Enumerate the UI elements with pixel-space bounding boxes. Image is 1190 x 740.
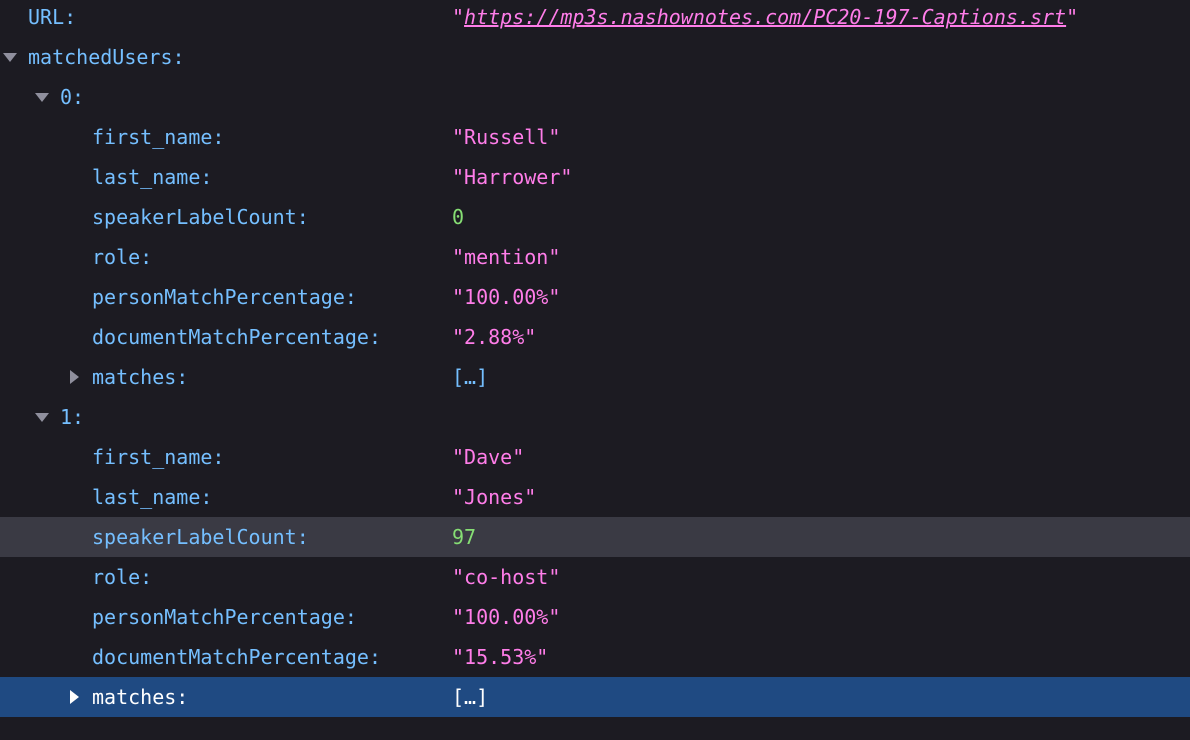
json-row-url[interactable]: URL: "https://mp3s.nashownotes.com/PC20-… — [0, 0, 1190, 37]
json-row-matches[interactable]: matches: […] — [0, 357, 1190, 397]
json-key-role: role: — [92, 565, 153, 589]
json-row-last-name[interactable]: last_name: "Jones" — [0, 477, 1190, 517]
json-row-document-match[interactable]: documentMatchPercentage: "2.88%" — [0, 317, 1190, 357]
json-key-speaker-label-count: speakerLabelCount: — [92, 205, 309, 229]
json-value-speaker-label-count: 0 — [452, 205, 465, 229]
json-key-url: URL: — [28, 5, 77, 29]
json-row-role[interactable]: role: "mention" — [0, 237, 1190, 277]
json-key-role: role: — [92, 245, 153, 269]
chevron-right-icon[interactable] — [64, 677, 84, 717]
json-key-index: 0: — [60, 85, 85, 109]
chevron-right-icon[interactable] — [64, 357, 84, 397]
json-value-document-match: "2.88%" — [452, 325, 537, 349]
json-value-matches[interactable]: […] — [452, 677, 488, 717]
json-value-matches[interactable]: […] — [452, 357, 488, 397]
json-key-matched-users: matchedUsers: — [28, 45, 185, 69]
json-row-role[interactable]: role: "co-host" — [0, 557, 1190, 597]
quote-close: " — [1066, 5, 1079, 29]
json-key-document-match: documentMatchPercentage: — [92, 645, 381, 669]
json-value-document-match: "15.53%" — [452, 645, 549, 669]
quote-open: " — [452, 5, 465, 29]
json-row-user-1[interactable]: 1: — [0, 397, 1190, 437]
json-value-role: "mention" — [452, 245, 561, 269]
json-row-person-match[interactable]: personMatchPercentage: "100.00%" — [0, 597, 1190, 637]
json-key-index: 1: — [60, 405, 85, 429]
json-row-first-name[interactable]: first_name: "Russell" — [0, 117, 1190, 157]
json-key-matches: matches: — [92, 685, 189, 709]
json-key-first-name: first_name: — [92, 445, 225, 469]
json-row-matched-users[interactable]: matchedUsers: — [0, 37, 1190, 77]
json-key-last-name: last_name: — [92, 485, 213, 509]
url-link[interactable]: https://mp3s.nashownotes.com/PC20-197-Ca… — [464, 5, 1066, 29]
json-value-role: "co-host" — [452, 565, 561, 589]
json-value-person-match: "100.00%" — [452, 285, 561, 309]
json-row-document-match[interactable]: documentMatchPercentage: "15.53%" — [0, 637, 1190, 677]
json-viewer: URL: "https://mp3s.nashownotes.com/PC20-… — [0, 0, 1190, 740]
json-key-document-match: documentMatchPercentage: — [92, 325, 381, 349]
json-value-person-match: "100.00%" — [452, 605, 561, 629]
json-row-first-name[interactable]: first_name: "Dave" — [0, 437, 1190, 477]
json-key-person-match: personMatchPercentage: — [92, 285, 357, 309]
json-key-last-name: last_name: — [92, 165, 213, 189]
json-key-matches: matches: — [92, 365, 189, 389]
json-row-speaker-label-count[interactable]: speakerLabelCount: 97 — [0, 517, 1190, 557]
json-row-last-name[interactable]: last_name: "Harrower" — [0, 157, 1190, 197]
chevron-down-icon[interactable] — [32, 397, 52, 437]
json-key-first-name: first_name: — [92, 125, 225, 149]
json-key-person-match: personMatchPercentage: — [92, 605, 357, 629]
json-value-first-name: "Dave" — [452, 445, 525, 469]
json-value-last-name: "Harrower" — [452, 165, 573, 189]
chevron-down-icon[interactable] — [32, 77, 52, 117]
json-row-person-match[interactable]: personMatchPercentage: "100.00%" — [0, 277, 1190, 317]
json-value-first-name: "Russell" — [452, 125, 561, 149]
json-key-speaker-label-count: speakerLabelCount: — [92, 525, 309, 549]
chevron-down-icon[interactable] — [0, 37, 20, 77]
json-row-user-0[interactable]: 0: — [0, 77, 1190, 117]
json-value-speaker-label-count: 97 — [452, 525, 477, 549]
json-row-speaker-label-count[interactable]: speakerLabelCount: 0 — [0, 197, 1190, 237]
json-row-matches-selected[interactable]: matches: […] — [0, 677, 1190, 717]
json-value-last-name: "Jones" — [452, 485, 537, 509]
json-value-url: "https://mp3s.nashownotes.com/PC20-197-C… — [452, 0, 1078, 37]
